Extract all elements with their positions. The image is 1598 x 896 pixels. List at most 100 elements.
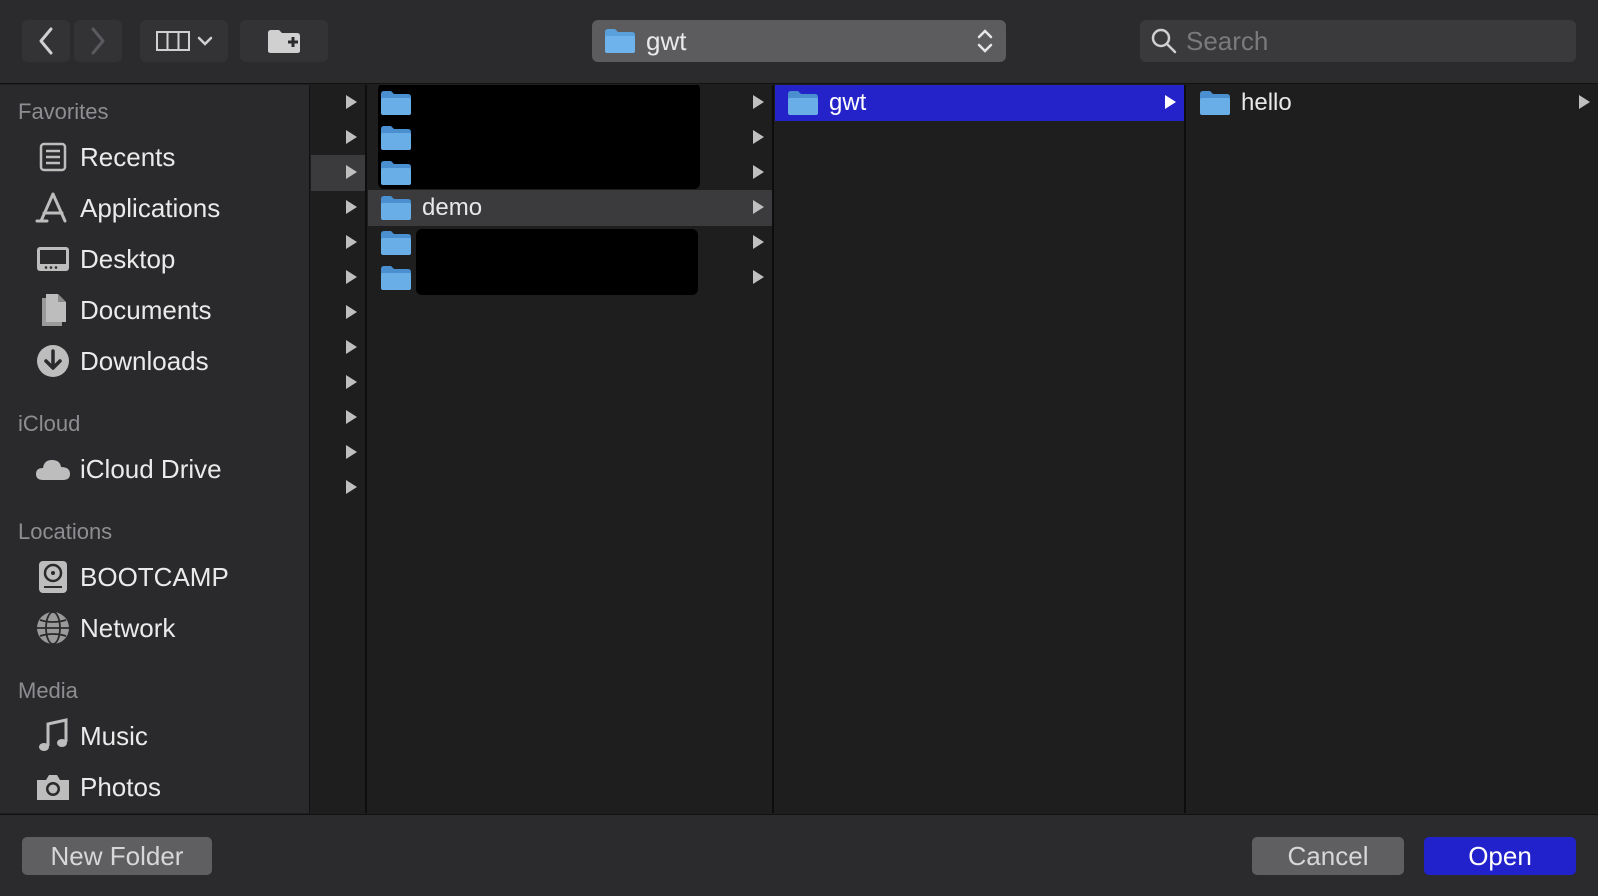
list-item-label: hello [1241,89,1292,116]
disclosure-arrow-icon [753,95,764,109]
sidebar-item-label: BOOTCAMP [80,561,229,592]
applications-icon [34,189,72,227]
redacted-region [416,229,698,295]
folder-icon [381,126,411,150]
disclosure-arrow-icon [346,445,357,459]
bottom-bar: New Folder Cancel Open [0,814,1598,896]
search-input[interactable] [1186,25,1566,57]
sidebar-item-documents[interactable]: Documents [34,288,304,332]
sidebar-item-label: Documents [80,294,212,325]
browser-column-3: gwt [775,85,1186,813]
disclosure-arrow-icon [346,340,357,354]
disclosure-arrow-icon [1579,95,1590,109]
disclosure-arrow-icon [1165,95,1176,109]
sidebar-item-recents[interactable]: Recents [34,135,304,179]
documents-icon [34,291,72,329]
list-item[interactable] [311,365,365,401]
list-item[interactable] [311,225,365,261]
sidebar-item-network[interactable]: Network [34,606,304,650]
list-item[interactable] [311,85,365,121]
sidebar-item-music[interactable]: Music [34,714,304,758]
list-item[interactable] [311,330,365,366]
cloud-icon [34,450,72,488]
list-item[interactable] [311,155,365,191]
sidebar-item-label: Applications [80,192,221,223]
disclosure-arrow-icon [346,130,357,144]
folder-icon [381,161,411,185]
sidebar-item-label: iCloud Drive [80,453,222,484]
sidebar-section-locations: Locations [18,519,113,544]
search-field[interactable] [1140,20,1576,62]
sidebar-item-label: Recents [80,141,176,172]
sidebar-item-icloud-drive[interactable]: iCloud Drive [34,447,304,491]
recents-icon [34,138,72,176]
open-button[interactable]: Open [1424,837,1576,875]
list-item-label: gwt [829,89,867,116]
column-view-icon [156,31,190,51]
sidebar-item-label: Photos [80,771,161,802]
list-item[interactable] [311,470,365,506]
disclosure-arrow-icon [753,165,764,179]
back-button[interactable] [22,20,70,62]
search-icon [1151,28,1177,54]
browser-column-2: demo [368,85,774,813]
sidebar-item-bootcamp[interactable]: BOOTCAMP [34,555,304,599]
forward-button[interactable] [74,20,122,62]
disclosure-arrow-icon [753,200,764,214]
sidebar-item-label: Network [80,612,176,643]
sidebar: Favorites Recents Applications Desktop D… [0,85,310,813]
browser-column-4: hello [1187,85,1598,813]
chevron-down-icon [197,36,213,46]
list-item-label: demo [422,194,483,221]
sidebar-section-media: Media [18,678,78,703]
disclosure-arrow-icon [346,235,357,249]
list-item[interactable] [311,400,365,436]
view-mode-button[interactable] [140,20,228,62]
disclosure-arrow-icon [753,270,764,284]
folder-icon [381,266,411,290]
new-folder-toolbar-button[interactable] [240,20,328,62]
sidebar-item-label: Desktop [80,243,176,274]
downloads-icon [34,342,72,380]
cancel-button[interactable]: Cancel [1252,837,1404,875]
toolbar: gwt [0,0,1598,84]
disclosure-arrow-icon [753,130,764,144]
desktop-icon [34,240,72,278]
disclosure-arrow-icon [346,95,357,109]
list-item-hello[interactable]: hello [1187,85,1598,121]
music-note-icon [34,717,72,755]
sidebar-item-downloads[interactable]: Downloads [34,339,304,383]
sidebar-item-applications[interactable]: Applications [34,186,304,230]
list-item-demo[interactable]: demo [368,190,772,226]
column-browser: demo gwt hello [311,85,1598,813]
new-folder-button[interactable]: New Folder [22,837,212,875]
folder-icon [381,91,411,115]
path-popup-label: gwt [646,25,687,56]
folder-icon [605,29,635,53]
disclosure-arrow-icon [346,375,357,389]
folder-icon [381,196,411,220]
list-item-gwt[interactable]: gwt [775,85,1184,121]
new-folder-icon [268,30,300,53]
list-item[interactable] [311,260,365,296]
list-item[interactable] [311,295,365,331]
redacted-region [378,85,700,189]
list-item[interactable] [311,120,365,156]
disk-icon [34,558,72,596]
sidebar-item-label: Music [80,720,148,751]
sidebar-item-photos[interactable]: Photos [34,765,304,809]
list-item[interactable] [311,435,365,471]
disclosure-arrow-icon [346,200,357,214]
disclosure-arrow-icon [753,235,764,249]
disclosure-arrow-icon [346,480,357,494]
disclosure-arrow-icon [346,305,357,319]
disclosure-arrow-icon [346,410,357,424]
chevron-right-icon [91,27,105,55]
sidebar-item-desktop[interactable]: Desktop [34,237,304,281]
list-item[interactable] [311,190,365,226]
folder-icon [381,231,411,255]
chevron-left-icon [39,27,53,55]
sidebar-section-icloud: iCloud [18,411,81,436]
path-popup[interactable]: gwt [592,20,1006,62]
up-down-chevron-icon [977,29,993,53]
